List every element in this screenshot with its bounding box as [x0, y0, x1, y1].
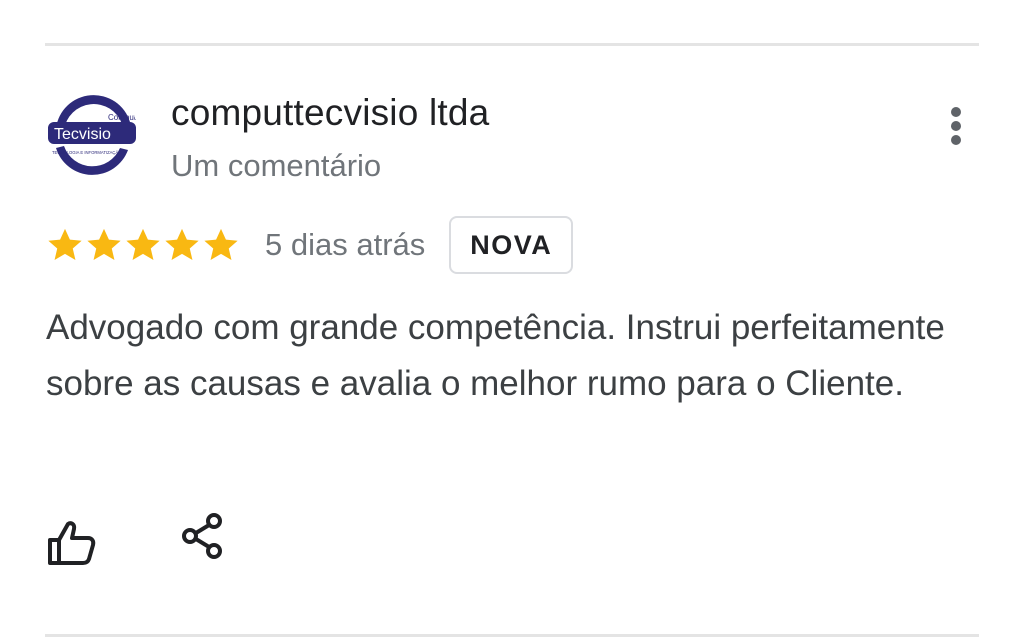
more-vert-icon [951, 107, 961, 145]
star-rating [46, 214, 241, 276]
thumb-up-icon [48, 521, 96, 565]
review-text: Advogado com grande competência. Instrui… [46, 308, 945, 403]
reviewer-avatar[interactable]: Tecvisio Comput TECNOLOGIA E INFORMATIZA… [46, 88, 138, 180]
share-icon [182, 513, 222, 559]
new-badge: NOVA [449, 216, 574, 274]
svg-text:Tecvisio: Tecvisio [54, 126, 111, 143]
star-icon [87, 228, 121, 261]
star-icon [165, 228, 199, 261]
star-icon [48, 228, 82, 261]
star-icon [204, 228, 238, 261]
review-date: 5 dias atrás [265, 227, 426, 262]
divider-bottom [45, 634, 979, 637]
more-options-button[interactable] [936, 100, 976, 152]
svg-text:TECNOLOGIA E INFORMATIZAÇÃO: TECNOLOGIA E INFORMATIZAÇÃO [52, 150, 122, 155]
rating-row: 5 dias atrás NOVA [46, 214, 574, 276]
divider-top [45, 43, 979, 46]
share-button[interactable] [180, 512, 226, 562]
like-button[interactable] [44, 518, 98, 568]
tecvisio-logo: Tecvisio Comput TECNOLOGIA E INFORMATIZA… [47, 89, 137, 179]
svg-text:Comput: Comput [108, 113, 137, 122]
reviewer-review-count: Um comentário [171, 148, 382, 183]
reviewer-name[interactable]: computtecvisio ltda [171, 92, 489, 134]
star-icon [126, 228, 160, 261]
